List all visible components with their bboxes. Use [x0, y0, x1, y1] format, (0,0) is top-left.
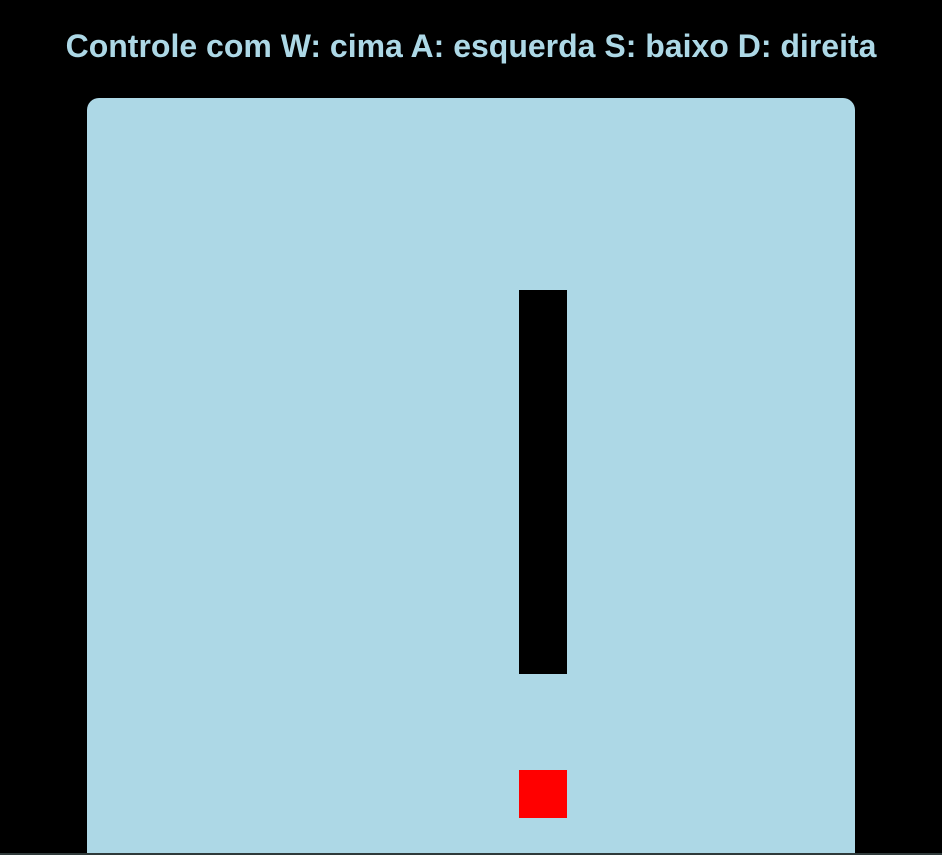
snake-segment: [519, 626, 567, 674]
snake-segment: [519, 386, 567, 434]
snake-segment: [519, 530, 567, 578]
snake-head: [519, 290, 567, 338]
snake-segment: [519, 482, 567, 530]
food-item: [519, 770, 567, 818]
snake-segment: [519, 434, 567, 482]
snake-segment: [519, 578, 567, 626]
game-board[interactable]: [87, 98, 855, 855]
page-title: Controle com W: cima A: esquerda S: baix…: [65, 28, 877, 64]
snake-segment: [519, 338, 567, 386]
